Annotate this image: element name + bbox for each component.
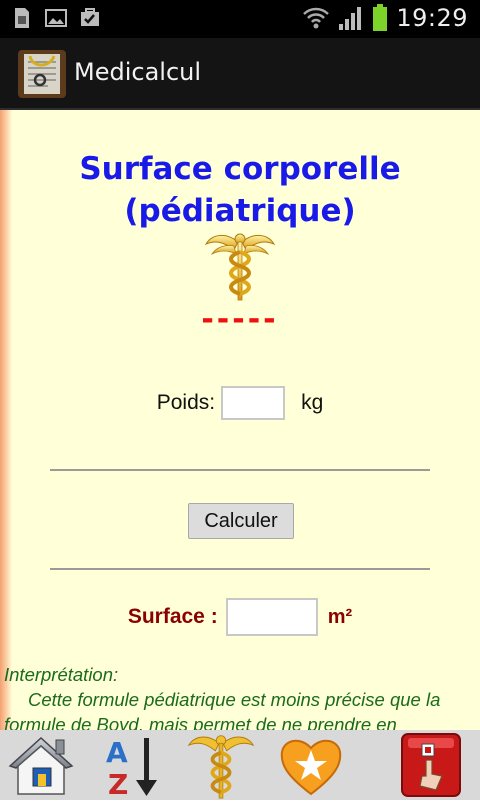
caduceus-button[interactable] bbox=[186, 730, 256, 800]
surface-unit: m² bbox=[327, 605, 353, 628]
interpretation-section: Interprétation: Cette formule pédiatriqu… bbox=[4, 662, 476, 730]
alphabetical-sort-button[interactable]: A Z bbox=[100, 730, 170, 801]
svg-text:A: A bbox=[106, 736, 128, 769]
status-time: 19:29 bbox=[396, 4, 468, 32]
svg-text:Z: Z bbox=[108, 768, 128, 800]
result-placeholder: ----- bbox=[201, 302, 279, 337]
page-title-line2: (pédiatrique) bbox=[124, 193, 356, 229]
alphabetical-sort-icon: A Z bbox=[106, 736, 157, 801]
sim-card-icon bbox=[15, 8, 29, 28]
image-icon bbox=[45, 9, 67, 27]
surface-label: Surface : bbox=[127, 605, 218, 628]
favorites-button[interactable] bbox=[276, 730, 346, 800]
interpretation-text: Cette formule pédiatrique est moins préc… bbox=[4, 689, 441, 730]
app-title: Medicalcul bbox=[74, 58, 202, 86]
caduceus-icon bbox=[204, 233, 276, 301]
exit-icon bbox=[401, 733, 461, 797]
bottom-nav: A Z bbox=[0, 730, 480, 801]
main-content: Surface corporelle (pédiatrique) ----- P… bbox=[0, 110, 480, 730]
interpretation-heading: Interprétation: bbox=[4, 664, 119, 685]
home-button[interactable] bbox=[6, 730, 76, 800]
caduceus-icon bbox=[187, 735, 255, 799]
checkbox-icon bbox=[81, 8, 99, 26]
home-icon bbox=[8, 736, 74, 795]
app-logo-icon[interactable] bbox=[18, 50, 66, 98]
battery-icon bbox=[373, 4, 388, 31]
signal-icon bbox=[339, 7, 362, 30]
weight-input[interactable] bbox=[221, 386, 286, 420]
favorites-icon bbox=[280, 739, 342, 796]
page-title-line1: Surface corporelle bbox=[79, 151, 401, 187]
weight-row: Poids: kg bbox=[0, 386, 480, 420]
surface-result-field[interactable] bbox=[225, 598, 318, 636]
calculate-button[interactable]: Calculer bbox=[188, 503, 294, 539]
status-bar: 19:29 bbox=[0, 0, 480, 38]
action-bar: Medicalcul bbox=[0, 38, 480, 110]
decorative-border bbox=[0, 110, 12, 730]
divider bbox=[50, 568, 430, 570]
surface-row: Surface : m² bbox=[0, 598, 480, 636]
page-title: Surface corporelle (pédiatrique) bbox=[20, 148, 460, 232]
weight-unit: kg bbox=[301, 391, 324, 414]
exit-button[interactable] bbox=[396, 730, 466, 800]
divider bbox=[50, 469, 430, 471]
wifi-icon bbox=[303, 7, 330, 29]
weight-label: Poids: bbox=[156, 391, 216, 414]
